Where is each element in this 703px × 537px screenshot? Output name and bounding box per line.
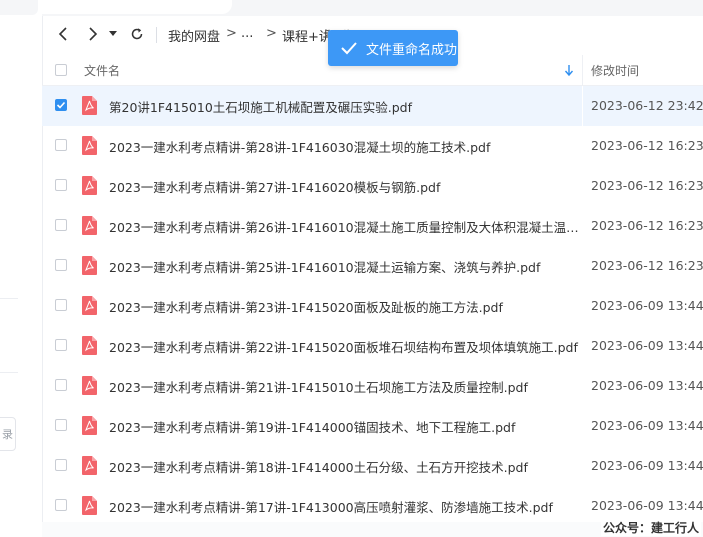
file-row[interactable]: 2023一建水利考点精讲-第21讲-1F415010土石坝施工方法及质量控制.p… xyxy=(42,366,703,406)
file-modified-time: 2023-06-09 13:44 xyxy=(591,298,703,313)
sidebar: 录 xyxy=(0,0,43,537)
file-modified-time: 2023-06-09 13:44 xyxy=(591,338,703,353)
file-row[interactable]: 2023一建水利考点精讲-第23讲-1F415020面板及趾板的施工方法.pdf… xyxy=(42,286,703,326)
file-name[interactable]: 2023一建水利考点精讲-第26讲-1F416010混凝土施工质量控制及大体积混… xyxy=(109,217,579,236)
file-modified-time: 2023-06-12 16:23 xyxy=(591,258,703,273)
row-checkbox[interactable] xyxy=(55,419,67,431)
pdf-file-icon xyxy=(82,96,97,115)
pdf-file-icon xyxy=(82,496,97,515)
sort-descending-icon[interactable] xyxy=(564,62,578,78)
pdf-file-icon xyxy=(82,336,97,355)
column-divider xyxy=(582,406,583,446)
file-name[interactable]: 2023一建水利考点精讲-第19讲-1F414000锚固技术、地下工程施工.pd… xyxy=(109,417,579,436)
file-name[interactable]: 2023一建水利考点精讲-第27讲-1F416020模板与钢筋.pdf xyxy=(109,177,579,196)
row-checkbox[interactable] xyxy=(55,299,67,311)
pdf-file-icon xyxy=(82,376,97,395)
column-divider xyxy=(582,446,583,486)
pdf-file-icon xyxy=(82,296,97,315)
column-divider xyxy=(582,166,583,206)
row-checkbox[interactable] xyxy=(55,139,67,151)
file-name[interactable]: 2023一建水利考点精讲-第28讲-1F416030混凝土坝的施工技术.pdf xyxy=(109,137,579,156)
sidebar-divider xyxy=(0,298,18,299)
file-name[interactable]: 2023一建水利考点精讲-第22讲-1F415020面板堆石坝结构布置及坝体填筑… xyxy=(109,337,579,356)
file-row[interactable]: 第20讲1F415010土石坝施工机械配置及碾压实验.pdf 2023-06-12… xyxy=(42,86,703,126)
file-row[interactable]: 2023一建水利考点精讲-第27讲-1F416020模板与钢筋.pdf 2023-… xyxy=(42,166,703,206)
column-divider xyxy=(582,86,583,126)
breadcrumb-separator: > xyxy=(266,26,277,41)
pdf-file-icon xyxy=(82,136,97,155)
chevron-left-icon xyxy=(58,27,67,41)
file-row[interactable]: 2023一建水利考点精讲-第18讲-1F414000土石分级、土石方开挖技术.p… xyxy=(42,446,703,486)
breadcrumb-separator: > xyxy=(226,26,237,41)
column-divider xyxy=(582,246,583,286)
file-name[interactable]: 2023一建水利考点精讲-第18讲-1F414000土石分级、土石方开挖技术.p… xyxy=(109,457,579,476)
row-checkbox[interactable] xyxy=(55,259,67,271)
refresh-icon xyxy=(131,28,143,40)
row-checkbox[interactable] xyxy=(55,219,67,231)
file-modified-time: 2023-06-12 16:23 xyxy=(591,178,703,193)
top-bar-tab xyxy=(42,0,232,14)
file-modified-time: 2023-06-12 23:42 xyxy=(591,98,703,113)
top-bar xyxy=(42,0,703,16)
column-header-name[interactable]: 文件名 xyxy=(84,62,120,79)
back-button[interactable] xyxy=(52,23,74,45)
file-modified-time: 2023-06-12 16:23 xyxy=(591,218,703,233)
pdf-file-icon xyxy=(82,416,97,435)
file-name[interactable]: 第20讲1F415010土石坝施工机械配置及碾压实验.pdf xyxy=(109,97,579,116)
sidebar-top-tab xyxy=(0,0,38,15)
file-modified-time: 2023-06-12 16:23 xyxy=(591,138,703,153)
file-row[interactable]: 2023一建水利考点精讲-第22讲-1F415020面板堆石坝结构布置及坝体填筑… xyxy=(42,326,703,366)
file-modified-time: 2023-06-09 13:44 xyxy=(591,498,703,513)
file-row[interactable]: 2023一建水利考点精讲-第26讲-1F416010混凝土施工质量控制及大体积混… xyxy=(42,206,703,246)
file-modified-time: 2023-06-09 13:44 xyxy=(591,418,703,433)
breadcrumb-root[interactable]: 我的网盘 xyxy=(168,26,220,45)
row-checkbox[interactable] xyxy=(55,339,67,351)
caret-down-icon xyxy=(109,31,117,36)
row-checkbox[interactable] xyxy=(55,379,67,391)
select-all-checkbox[interactable] xyxy=(55,64,67,76)
file-name[interactable]: 2023一建水利考点精讲-第23讲-1F415020面板及趾板的施工方法.pdf xyxy=(109,297,579,316)
watermark-text: 公众号：建工行人 xyxy=(600,519,701,536)
chevron-right-icon xyxy=(89,27,98,41)
column-divider xyxy=(582,286,583,326)
file-row[interactable]: 2023一建水利考点精讲-第19讲-1F414000锚固技术、地下工程施工.pd… xyxy=(42,406,703,446)
file-name[interactable]: 2023一建水利考点精讲-第25讲-1F416010混凝土运输方案、浇筑与养护.… xyxy=(109,257,579,276)
file-row[interactable]: 2023一建水利考点精讲-第25讲-1F416010混凝土运输方案、浇筑与养护.… xyxy=(42,246,703,286)
file-modified-time: 2023-06-09 13:44 xyxy=(591,378,703,393)
file-name[interactable]: 2023一建水利考点精讲-第21讲-1F415010土石坝施工方法及质量控制.p… xyxy=(109,377,579,396)
toast-message: 文件重命名成功 xyxy=(366,42,458,58)
row-checkbox[interactable] xyxy=(55,179,67,191)
history-dropdown-button[interactable] xyxy=(106,23,120,45)
sidebar-button-stub[interactable]: 录 xyxy=(0,417,16,451)
pdf-file-icon xyxy=(82,176,97,195)
column-divider xyxy=(582,486,583,526)
column-divider xyxy=(582,126,583,166)
forward-button[interactable] xyxy=(82,23,104,45)
refresh-button[interactable] xyxy=(126,23,148,45)
file-browser: 我的网盘 > ... > 课程+讲义 > 讲义 文件重命名成功 文件名 修改时间… xyxy=(42,0,703,537)
breadcrumb-ellipsis[interactable]: ... xyxy=(241,26,253,41)
pdf-file-icon xyxy=(82,256,97,275)
check-icon xyxy=(340,38,360,58)
sidebar-divider xyxy=(0,372,18,373)
file-name[interactable]: 2023一建水利考点精讲-第17讲-1F413000高压喷射灌浆、防渗墙施工技术… xyxy=(109,497,579,516)
file-row[interactable]: 2023一建水利考点精讲-第28讲-1F416030混凝土坝的施工技术.pdf 2… xyxy=(42,126,703,166)
nav-divider xyxy=(156,27,157,43)
pdf-file-icon xyxy=(82,456,97,475)
file-list: 第20讲1F415010土石坝施工机械配置及碾压实验.pdf 2023-06-12… xyxy=(42,86,703,526)
column-divider xyxy=(582,206,583,246)
column-resize-handle[interactable] xyxy=(582,55,583,85)
column-header-modified[interactable]: 修改时间 xyxy=(591,62,639,79)
sidebar-stub-label: 录 xyxy=(2,428,13,441)
row-checkbox[interactable] xyxy=(55,499,67,511)
row-checkbox[interactable] xyxy=(55,99,67,111)
toast-notification: 文件重命名成功 xyxy=(328,30,458,66)
column-divider xyxy=(582,366,583,406)
column-divider xyxy=(582,326,583,366)
file-modified-time: 2023-06-09 13:44 xyxy=(591,458,703,473)
pdf-file-icon xyxy=(82,216,97,235)
row-checkbox[interactable] xyxy=(55,459,67,471)
